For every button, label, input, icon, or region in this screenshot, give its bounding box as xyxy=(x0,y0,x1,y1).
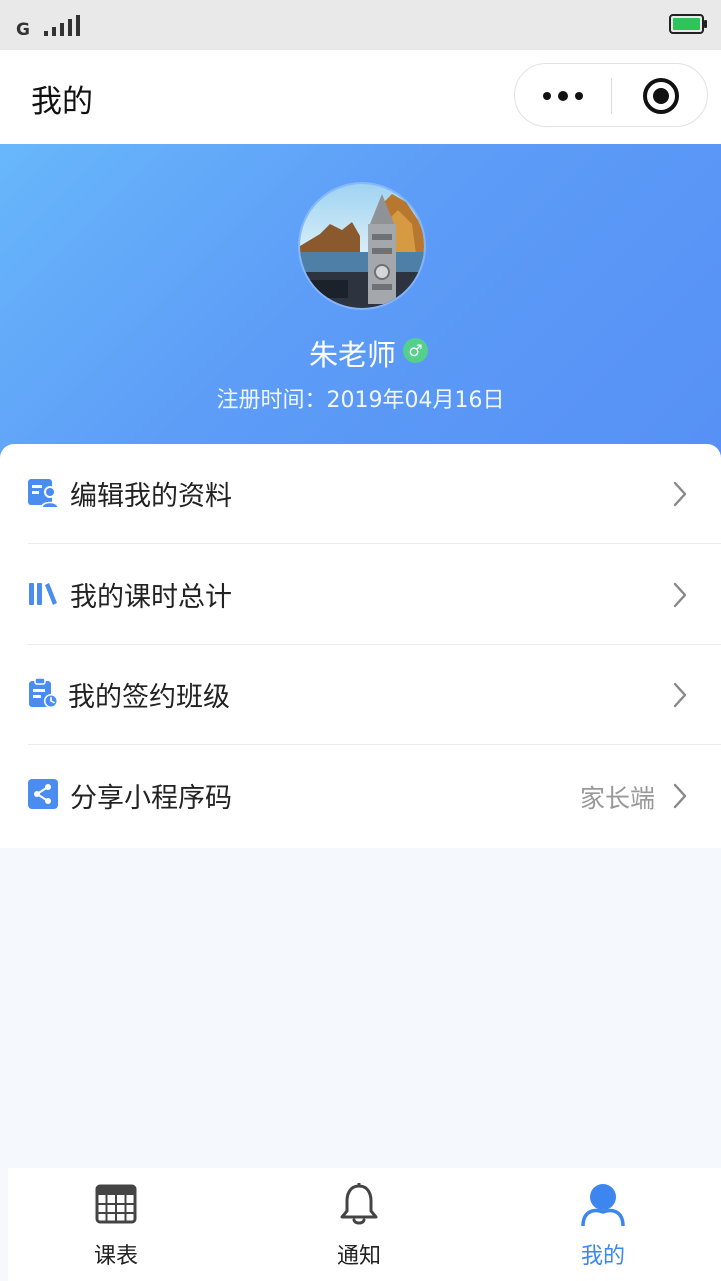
user-name-text: 朱老师 xyxy=(308,338,396,372)
carrier-label: G xyxy=(16,20,30,40)
divider xyxy=(28,744,721,745)
profile-banner: 朱老师 ♂ 注册时间：2019年04月16日 xyxy=(0,144,721,474)
avatar-image xyxy=(300,184,424,308)
more-button[interactable] xyxy=(515,64,611,126)
register-date: 2019年04月16日 xyxy=(326,388,505,413)
tab-schedule[interactable]: 课表 xyxy=(56,1168,176,1281)
chevron-right-icon xyxy=(673,582,687,608)
tab-notice[interactable]: 通知 xyxy=(299,1168,419,1281)
menu-item-label: 我的签约班级 xyxy=(68,682,230,713)
user-name: 朱老师 xyxy=(0,332,721,374)
menu-item-label: 我的课时总计 xyxy=(70,582,232,613)
register-time: 注册时间：2019年04月16日 xyxy=(0,382,721,414)
more-dot-icon xyxy=(558,91,568,101)
tab-mine[interactable]: 我的 xyxy=(543,1168,663,1281)
nav-header: 我的 xyxy=(0,50,721,144)
menu-item-edit-profile[interactable]: 编辑我的资料 xyxy=(0,444,721,544)
menu-item-signed-classes[interactable]: 我的签约班级 xyxy=(0,645,721,745)
target-dot-icon xyxy=(653,88,669,104)
calendar-grid-icon xyxy=(95,1184,137,1224)
my-page: G 我的 朱老师 ♂ 注册时间：2019年04月16日 编辑我的资料 我的课时总… xyxy=(0,0,721,1281)
mini-program-capsule xyxy=(514,63,708,127)
more-dot-icon xyxy=(575,92,583,100)
tab-label: 我的 xyxy=(580,1244,625,1269)
menu-item-share-code[interactable]: 分享小程序码 家长端 xyxy=(0,746,721,846)
avatar[interactable] xyxy=(300,184,424,308)
person-icon xyxy=(581,1184,625,1226)
signal-icon xyxy=(44,15,80,36)
menu-item-label: 分享小程序码 xyxy=(70,783,232,814)
close-button[interactable] xyxy=(612,64,708,126)
profile-edit-icon xyxy=(28,479,59,507)
more-dot-icon xyxy=(543,92,551,100)
page-title: 我的 xyxy=(31,84,93,120)
menu-item-lesson-total[interactable]: 我的课时总计 xyxy=(0,545,721,645)
bell-icon xyxy=(340,1183,378,1225)
chevron-right-icon xyxy=(673,783,687,809)
books-icon xyxy=(29,583,57,605)
share-icon xyxy=(28,779,58,809)
battery-icon xyxy=(669,14,707,34)
register-label: 注册时间： xyxy=(216,388,327,413)
menu-item-extra: 家长端 xyxy=(579,784,655,813)
divider xyxy=(28,543,721,544)
male-gender-icon: ♂ xyxy=(403,338,428,363)
status-bar: G xyxy=(0,0,721,50)
clipboard-clock-icon xyxy=(29,677,58,708)
menu-card: 编辑我的资料 我的课时总计 我的签约班级 分享小程序码 家长端 xyxy=(0,444,721,848)
tab-bar: 课表 通知 我的 xyxy=(8,1168,721,1281)
chevron-right-icon xyxy=(673,481,687,507)
tab-label: 通知 xyxy=(336,1244,381,1269)
chevron-right-icon xyxy=(673,682,687,708)
tab-label: 课表 xyxy=(93,1244,138,1269)
menu-item-label: 编辑我的资料 xyxy=(70,481,232,512)
